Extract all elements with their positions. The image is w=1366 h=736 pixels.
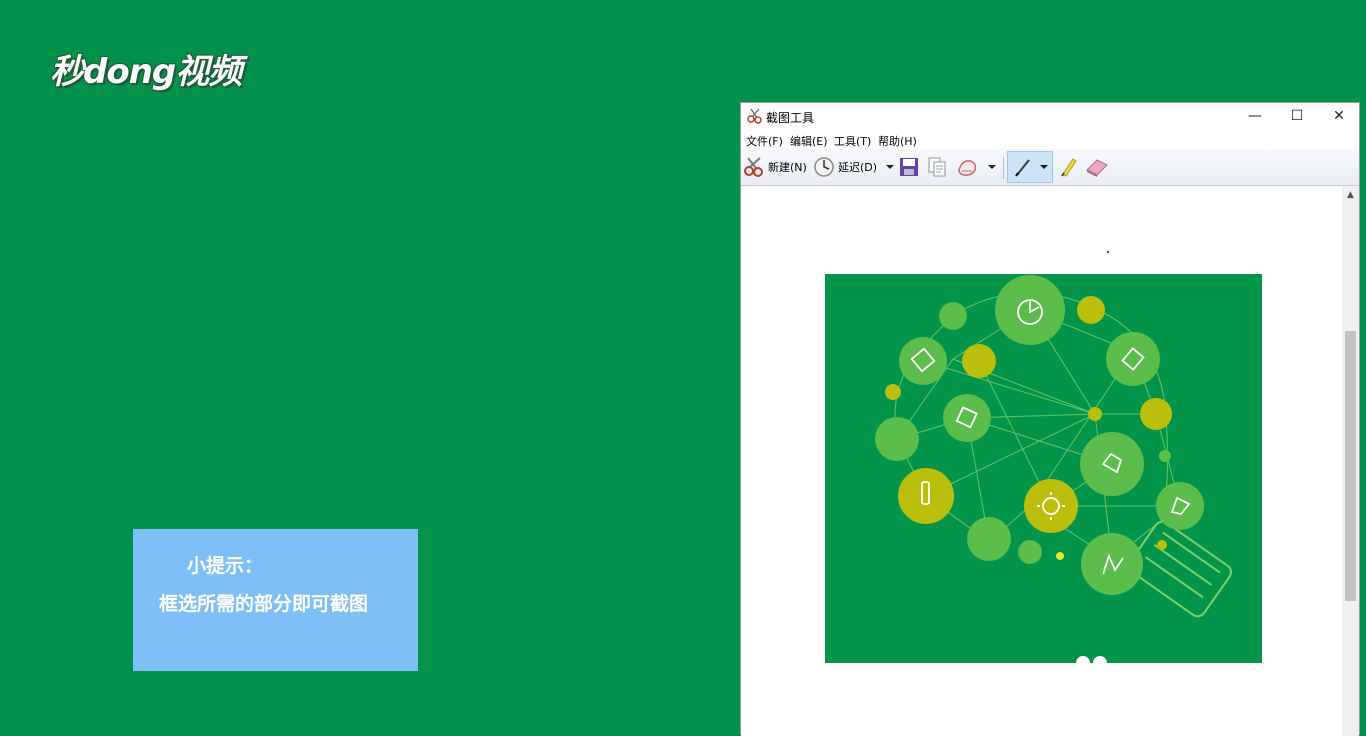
scroll-up-arrow-icon[interactable]: ▲: [1342, 186, 1359, 203]
pen-icon: [1015, 159, 1030, 177]
highlighter-button[interactable]: [1057, 153, 1079, 181]
brand-logo: 秒dong视频: [50, 52, 242, 92]
lightbulb-network-illustration: [875, 275, 1232, 663]
vertical-scrollbar[interactable]: ▲: [1342, 186, 1359, 736]
clock-icon: [814, 157, 834, 177]
new-button[interactable]: 新建(N): [743, 153, 807, 181]
copy-icon: [928, 157, 946, 177]
title-bar[interactable]: 截图工具 — ☐ ✕: [741, 103, 1359, 129]
menu-edit[interactable]: 编辑(E): [790, 133, 828, 149]
capture-canvas[interactable]: [741, 186, 1343, 736]
save-icon: [900, 158, 918, 176]
send-button[interactable]: [956, 153, 998, 181]
chevron-down-icon[interactable]: [986, 162, 998, 172]
scissors-icon: [744, 157, 763, 177]
menu-file[interactable]: 文件(F): [746, 133, 783, 149]
pen-button[interactable]: [1012, 153, 1050, 181]
menu-bar: 文件(F) 编辑(E) 工具(T) 帮助(H): [741, 129, 1359, 149]
menu-help[interactable]: 帮助(H): [878, 133, 917, 149]
delay-button[interactable]: 延迟(D): [813, 153, 897, 181]
toolbar-separator: [1003, 157, 1004, 179]
save-button[interactable]: [898, 153, 920, 181]
tip-box: 小提示： 框选所需的部分即可截图: [133, 529, 418, 671]
eraser-shape-icon: [958, 160, 977, 176]
scissors-icon: [747, 108, 762, 124]
minimize-button[interactable]: —: [1234, 103, 1276, 129]
new-label: 新建(N): [768, 161, 807, 174]
chevron-down-icon[interactable]: [883, 162, 897, 172]
window-title: 截图工具: [766, 111, 815, 125]
chevron-down-icon[interactable]: [1038, 162, 1050, 172]
snipping-tool-window: 截图工具 — ☐ ✕ 文件(F) 编辑(E) 工具(T) 帮助(H) 新建(N)…: [740, 102, 1360, 736]
eraser-button[interactable]: [1084, 153, 1110, 181]
copy-button[interactable]: [926, 153, 948, 181]
menu-tools[interactable]: 工具(T): [834, 133, 871, 149]
captured-image: [825, 274, 1262, 663]
toolbar: 新建(N) 延迟(D): [741, 149, 1359, 186]
delay-label: 延迟(D): [838, 161, 878, 174]
highlighter-icon: [1061, 158, 1077, 177]
tip-body: 框选所需的部分即可截图: [159, 593, 369, 615]
tip-title: 小提示：: [187, 555, 264, 577]
maximize-button[interactable]: ☐: [1276, 103, 1318, 129]
close-button[interactable]: ✕: [1318, 103, 1360, 129]
cursor-dot: [1107, 251, 1109, 253]
eraser-icon: [1086, 159, 1108, 177]
scroll-thumb[interactable]: [1345, 331, 1356, 601]
